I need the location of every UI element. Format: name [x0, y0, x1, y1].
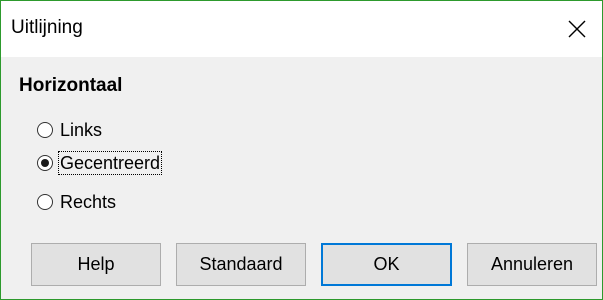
radio-label-centered[interactable]: Gecentreerd — [57, 151, 163, 175]
radio-label-right[interactable]: Rechts — [59, 191, 117, 213]
ok-button[interactable]: OK — [321, 243, 452, 286]
dialog-title: Uitlijning — [11, 17, 83, 38]
close-button[interactable] — [552, 1, 602, 57]
default-button-label: Standaard — [199, 254, 283, 274]
ok-button-label: OK — [373, 254, 400, 274]
cancel-button-label: Annuleren — [490, 254, 574, 274]
radio-button-left[interactable] — [37, 122, 53, 138]
help-button[interactable]: Help — [31, 243, 161, 286]
title-bar: Uitlijning — [1, 1, 602, 57]
radio-option-left[interactable]: Links — [37, 117, 103, 143]
radio-button-centered[interactable] — [37, 155, 53, 171]
radio-option-centered[interactable]: Gecentreerd — [37, 150, 163, 176]
section-heading-horizontal: Horizontaal — [19, 75, 123, 96]
cancel-button[interactable]: Annuleren — [467, 243, 597, 286]
close-icon — [568, 20, 586, 38]
radio-option-right[interactable]: Rechts — [37, 189, 117, 215]
alignment-dialog: Uitlijning Horizontaal Links Gecentreerd… — [0, 0, 603, 300]
help-button-label: Help — [77, 254, 115, 274]
default-button[interactable]: Standaard — [176, 243, 306, 286]
radio-label-left[interactable]: Links — [59, 119, 103, 141]
radio-button-right[interactable] — [37, 194, 53, 210]
